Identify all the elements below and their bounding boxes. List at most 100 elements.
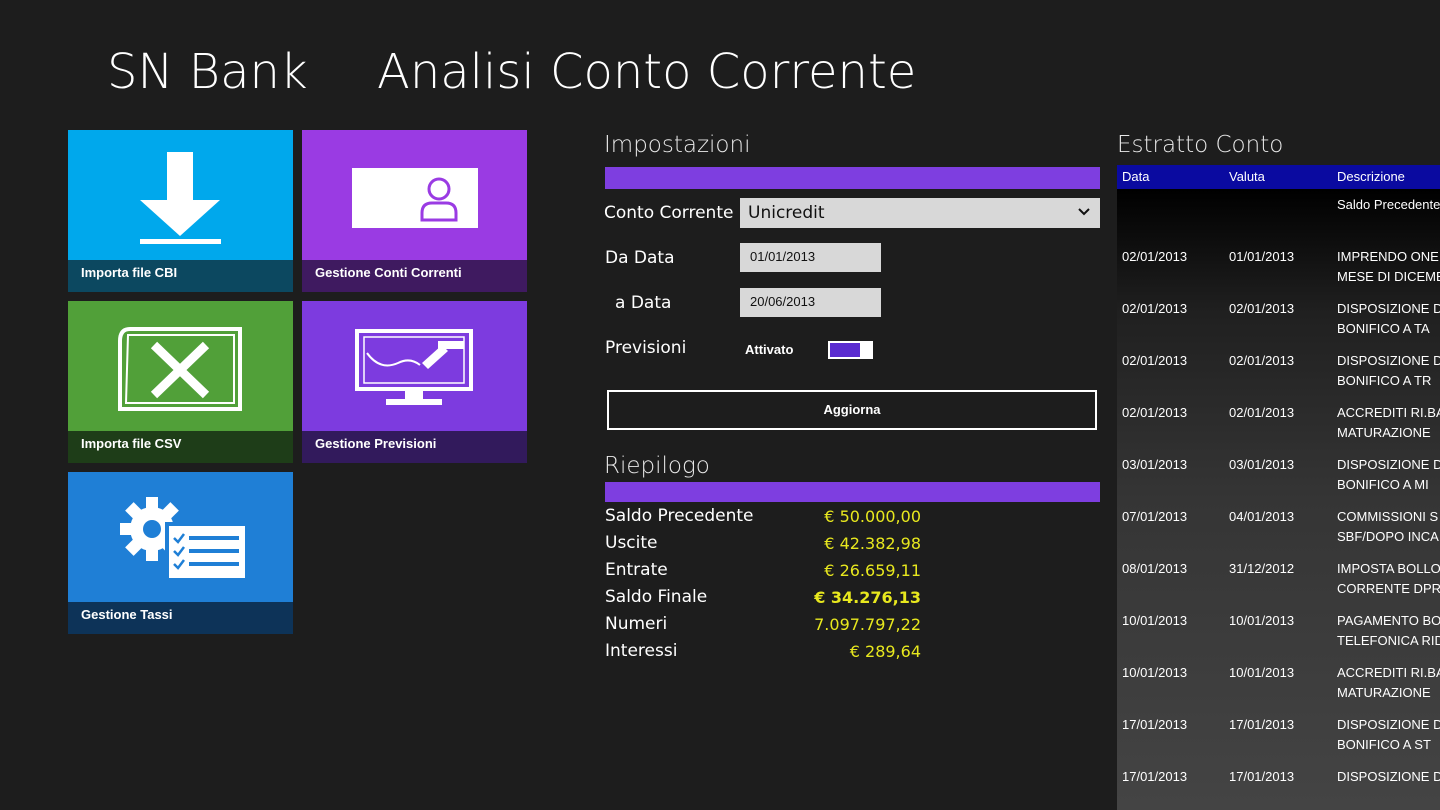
statement-title: Estratto Conto	[1117, 132, 1284, 158]
cell-valuta: 17/01/2013	[1229, 769, 1295, 784]
cell-valuta: 10/01/2013	[1229, 613, 1295, 628]
table-row[interactable]: 08/01/2013 31/12/2012 IMPOSTA BOLLO CORRENT…	[1117, 559, 1440, 611]
tile-importa-csv[interactable]: Importa file CSV	[68, 301, 293, 463]
cell-descrizione: DISPOSIZIONE DI	[1337, 717, 1440, 732]
table-row[interactable]: 17/01/2013 17/01/2013 DISPOSIZIONE DI BONIF…	[1117, 715, 1440, 767]
forecast-toggle[interactable]	[828, 341, 873, 359]
column-header-data[interactable]: Data	[1122, 169, 1149, 184]
cell-valuta: 02/01/2013	[1229, 301, 1295, 316]
cell-valuta: 10/01/2013	[1229, 665, 1295, 680]
cell-data: 17/01/2013	[1122, 769, 1188, 784]
table-row[interactable]: 02/01/2013 02/01/2013 ACCREDITI RI.BA. MATU…	[1117, 403, 1440, 455]
cell-data: 08/01/2013	[1122, 561, 1188, 576]
cell-valuta: 04/01/2013	[1229, 509, 1295, 524]
cell-data: 03/01/2013	[1122, 457, 1188, 472]
tile-importa-cbi[interactable]: Importa file CBI	[68, 130, 293, 292]
update-button[interactable]: Aggiorna	[607, 390, 1097, 430]
tile-label: Gestione Tassi	[68, 602, 293, 634]
from-date-input[interactable]: 01/01/2013	[740, 243, 881, 272]
tile-gestione-tassi[interactable]: Gestione Tassi	[68, 472, 293, 634]
cell-descrizione: PAGAMENTO BO	[1337, 613, 1440, 628]
cell-valuta: 02/01/2013	[1229, 405, 1295, 420]
cell-descrizione: DISPOSIZIONE DI	[1337, 301, 1440, 316]
cell-descrizione: COMMISSIONI S	[1337, 509, 1439, 524]
summary-value: € 26.659,11	[824, 561, 921, 580]
cell-data: 02/01/2013	[1122, 405, 1188, 420]
table-row[interactable]: Saldo Precedente	[1117, 195, 1440, 247]
summary-label: Entrate	[605, 560, 668, 580]
cell-descrizione: IMPOSTA BOLLO	[1337, 561, 1440, 576]
cell-descrizione-line2: SBF/DOPO INCA	[1337, 529, 1439, 544]
cell-descrizione: Saldo Precedente	[1337, 197, 1440, 212]
statement-table[interactable]: Data Valuta Descrizione Saldo Precedente…	[1117, 165, 1440, 810]
cell-data: 02/01/2013	[1122, 301, 1188, 316]
table-row[interactable]: 02/01/2013 02/01/2013 DISPOSIZIONE DI BONIF…	[1117, 351, 1440, 403]
tile-label: Importa file CBI	[68, 260, 293, 292]
cell-descrizione: IMPRENDO ONE	[1337, 249, 1439, 264]
table-row[interactable]: 07/01/2013 04/01/2013 COMMISSIONI S SBF/DOP…	[1117, 507, 1440, 559]
account-label: Conto Corrente	[604, 203, 734, 223]
to-date-label: a Data	[615, 293, 672, 313]
from-date-label: Da Data	[605, 248, 675, 268]
tile-art	[302, 130, 527, 260]
cell-descrizione-line2: CORRENTE DPR	[1337, 581, 1440, 596]
table-row[interactable]: 10/01/2013 10/01/2013 ACCREDITI RI.BA. MATU…	[1117, 663, 1440, 715]
cell-descrizione-line2: BONIFICO A ST	[1337, 737, 1431, 752]
cell-descrizione-line2: MESE DI DICEMBRE	[1337, 269, 1440, 284]
cell-data: 02/01/2013	[1122, 249, 1188, 264]
gear-checklist-icon	[120, 497, 245, 580]
table-body: Saldo Precedente 02/01/2013 01/01/2013 IMPR…	[1117, 189, 1440, 810]
summary-divider	[605, 482, 1100, 502]
settings-title: Impostazioni	[604, 132, 751, 158]
cell-valuta: 02/01/2013	[1229, 353, 1295, 368]
cell-descrizione-line2: BONIFICO A TA	[1337, 321, 1430, 336]
chevron-down-icon	[1078, 208, 1090, 216]
summary-label: Interessi	[605, 641, 678, 661]
forecast-state: Attivato	[745, 342, 794, 357]
cell-data: 02/01/2013	[1122, 353, 1188, 368]
cell-valuta: 17/01/2013	[1229, 717, 1295, 732]
summary-value: € 42.382,98	[824, 534, 921, 553]
table-row[interactable]: 02/01/2013 02/01/2013 DISPOSIZIONE DI BONIF…	[1117, 299, 1440, 351]
cell-valuta: 01/01/2013	[1229, 249, 1295, 264]
summary-label: Numeri	[605, 614, 668, 634]
summary-value: € 289,64	[849, 642, 921, 661]
account-select[interactable]: Unicredit	[740, 198, 1100, 228]
summary-value: € 34.276,13	[814, 588, 921, 607]
table-row[interactable]: 10/01/2013 10/01/2013 PAGAMENTO BO TELEFONI…	[1117, 611, 1440, 663]
cell-descrizione: DISPOSIZIONE DI	[1337, 769, 1440, 784]
cell-valuta: 31/12/2012	[1229, 561, 1295, 576]
table-row[interactable]: 02/01/2013 01/01/2013 IMPRENDO ONE MESE DI …	[1117, 247, 1440, 299]
tile-label: Gestione Previsioni	[302, 431, 527, 463]
cell-descrizione: DISPOSIZIONE DI	[1337, 457, 1440, 472]
cell-data: 10/01/2013	[1122, 613, 1188, 628]
cell-valuta: 03/01/2013	[1229, 457, 1295, 472]
toggle-fill	[830, 343, 860, 357]
to-date-input[interactable]: 20/06/2013	[740, 288, 881, 317]
cell-data: 10/01/2013	[1122, 665, 1188, 680]
download-icon	[140, 152, 221, 244]
cell-data: 17/01/2013	[1122, 717, 1188, 732]
column-header-valuta[interactable]: Valuta	[1229, 169, 1265, 184]
summary-label: Saldo Precedente	[605, 506, 754, 526]
table-row[interactable]: 03/01/2013 03/01/2013 DISPOSIZIONE DI BONIF…	[1117, 455, 1440, 507]
tile-label: Importa file CSV	[68, 431, 293, 463]
tile-gestione-conti[interactable]: Gestione Conti Correnti	[302, 130, 527, 292]
cell-descrizione-line2: BONIFICO A MI	[1337, 477, 1429, 492]
cell-descrizione: ACCREDITI RI.BA.	[1337, 405, 1440, 420]
table-row[interactable]: 17/01/2013 17/01/2013 DISPOSIZIONE DI	[1117, 767, 1440, 810]
tile-art	[68, 130, 293, 260]
column-header-descrizione[interactable]: Descrizione	[1337, 169, 1405, 184]
tile-art	[302, 301, 527, 431]
summary-label: Uscite	[605, 533, 658, 553]
tile-gestione-previsioni[interactable]: Gestione Previsioni	[302, 301, 527, 463]
settings-divider	[605, 167, 1100, 189]
summary-label: Saldo Finale	[605, 587, 708, 607]
cell-descrizione-line2: BONIFICO A TR	[1337, 373, 1432, 388]
cell-descrizione: ACCREDITI RI.BA.	[1337, 665, 1440, 680]
cell-descrizione-line2: TELEFONICA RID	[1337, 633, 1440, 648]
monitor-pen-icon	[355, 329, 473, 405]
page-title: Analisi Conto Corrente	[377, 44, 917, 100]
forecast-label: Previsioni	[605, 338, 687, 358]
cell-descrizione-line2: MATURAZIONE	[1337, 425, 1431, 440]
